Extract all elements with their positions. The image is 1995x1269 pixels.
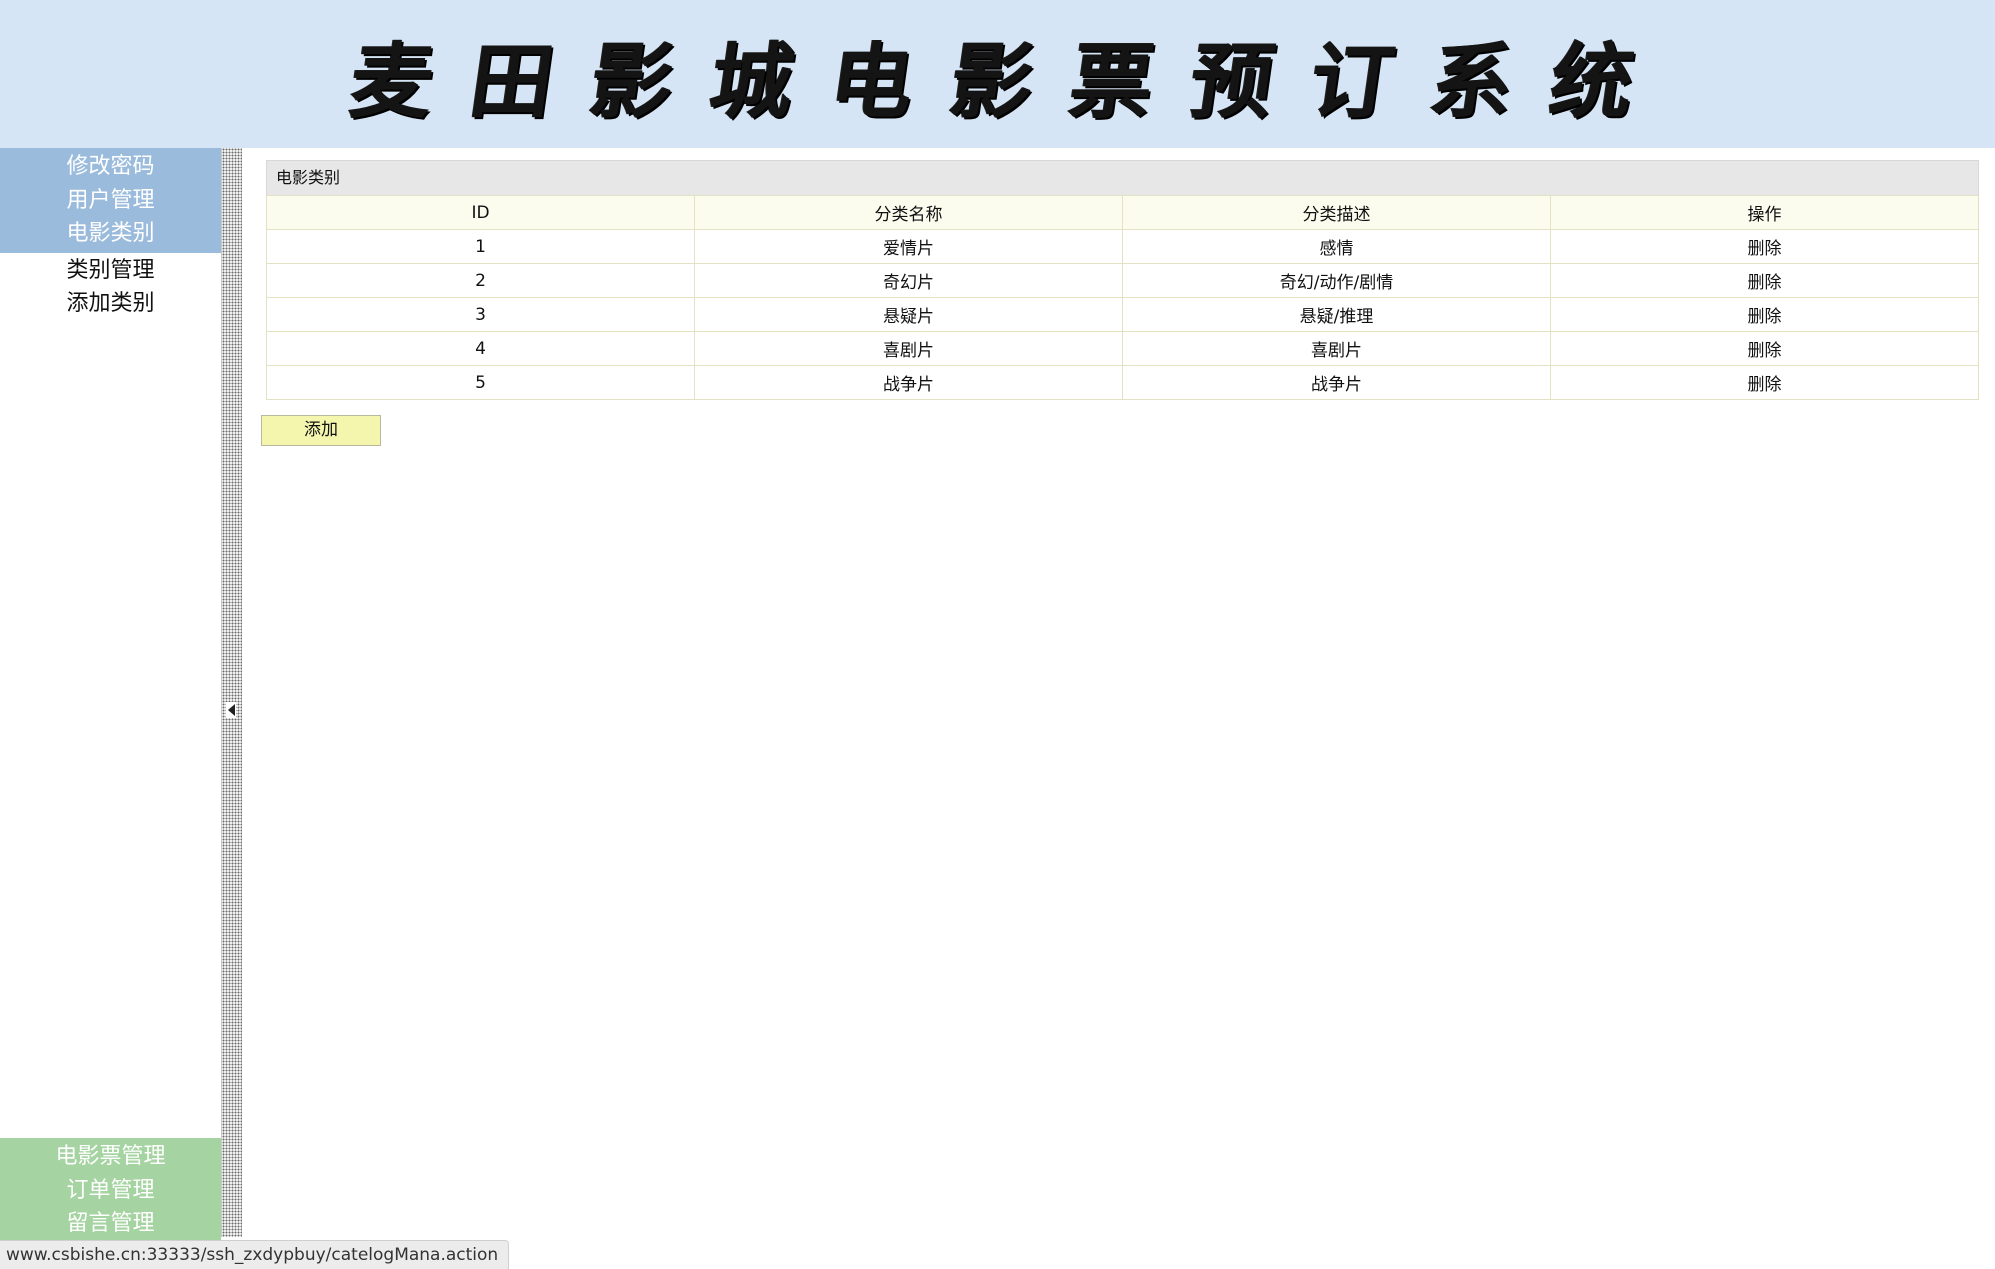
cell-id: 4	[266, 331, 695, 366]
cell-id: 1	[266, 229, 695, 264]
sidebar-subitem-category-management[interactable]: 类别管理	[0, 254, 221, 288]
app-title: 麦田影城电影票预订系统	[344, 33, 1679, 130]
sidebar-group-secondary: 电影票管理 订单管理 留言管理	[0, 1138, 221, 1243]
cell-action: 删除	[1550, 297, 1979, 332]
table-row: 4 喜剧片 喜剧片 删除	[266, 331, 1979, 366]
sidebar-item-movie-category[interactable]: 电影类别	[0, 217, 221, 251]
delete-link[interactable]: 删除	[1748, 341, 1782, 361]
cell-description: 感情	[1122, 229, 1551, 264]
cell-description: 喜剧片	[1122, 331, 1551, 366]
sidebar-splitter[interactable]	[221, 148, 242, 1237]
sidebar: 修改密码 用户管理 电影类别 类别管理 添加类别 电影票管理 订单管理 留言管理	[0, 148, 221, 1243]
delete-link[interactable]: 删除	[1748, 239, 1782, 259]
table-row: 5 战争片 战争片 删除	[266, 365, 1979, 400]
sidebar-group-main: 修改密码 用户管理 电影类别	[0, 148, 221, 253]
column-header-action: 操作	[1550, 195, 1979, 230]
column-header-id: ID	[266, 195, 695, 230]
delete-link[interactable]: 删除	[1748, 273, 1782, 293]
cell-id: 3	[266, 297, 695, 332]
cell-description: 奇幻/动作/剧情	[1122, 263, 1551, 298]
table-header-row: ID 分类名称 分类描述 操作	[266, 195, 1979, 230]
status-bar-url: www.csbishe.cn:33333/ssh_zxdypbuy/catelo…	[0, 1240, 510, 1269]
cell-name: 爱情片	[694, 229, 1123, 264]
category-panel: 电影类别 ID 分类名称 分类描述 操作 1 爱情片 感情 删除 2 奇幻片 奇…	[266, 160, 1979, 400]
sidebar-item-user-management[interactable]: 用户管理	[0, 184, 221, 218]
sidebar-item-message-management[interactable]: 留言管理	[0, 1207, 221, 1241]
cell-action: 删除	[1550, 229, 1979, 264]
cell-name: 奇幻片	[694, 263, 1123, 298]
cell-id: 5	[266, 365, 695, 400]
column-header-description: 分类描述	[1122, 195, 1551, 230]
cell-action: 删除	[1550, 331, 1979, 366]
column-header-name: 分类名称	[694, 195, 1123, 230]
cell-name: 悬疑片	[694, 297, 1123, 332]
sidebar-item-ticket-management[interactable]: 电影票管理	[0, 1140, 221, 1174]
delete-link[interactable]: 删除	[1748, 375, 1782, 395]
header-banner: 麦田影城电影票预订系统	[0, 0, 1995, 148]
sidebar-subitem-add-category[interactable]: 添加类别	[0, 287, 221, 321]
panel-caption: 电影类别	[266, 160, 1979, 195]
cell-name: 战争片	[694, 365, 1123, 400]
main-content: 电影类别 ID 分类名称 分类描述 操作 1 爱情片 感情 删除 2 奇幻片 奇…	[242, 148, 1995, 1237]
cell-description: 战争片	[1122, 365, 1551, 400]
cell-action: 删除	[1550, 365, 1979, 400]
sidebar-item-change-password[interactable]: 修改密码	[0, 150, 221, 184]
cell-description: 悬疑/推理	[1122, 297, 1551, 332]
cell-id: 2	[266, 263, 695, 298]
sidebar-submenu: 类别管理 添加类别	[0, 253, 221, 321]
sidebar-item-order-management[interactable]: 订单管理	[0, 1174, 221, 1208]
category-table: ID 分类名称 分类描述 操作 1 爱情片 感情 删除 2 奇幻片 奇幻/动作/…	[266, 195, 1979, 400]
table-row: 2 奇幻片 奇幻/动作/剧情 删除	[266, 263, 1979, 298]
triangle-left-icon	[227, 704, 235, 716]
collapse-sidebar-button[interactable]	[226, 702, 236, 718]
table-row: 1 爱情片 感情 删除	[266, 229, 1979, 264]
add-category-button[interactable]: 添加	[261, 415, 381, 446]
table-row: 3 悬疑片 悬疑/推理 删除	[266, 297, 1979, 332]
cell-name: 喜剧片	[694, 331, 1123, 366]
delete-link[interactable]: 删除	[1748, 307, 1782, 327]
cell-action: 删除	[1550, 263, 1979, 298]
